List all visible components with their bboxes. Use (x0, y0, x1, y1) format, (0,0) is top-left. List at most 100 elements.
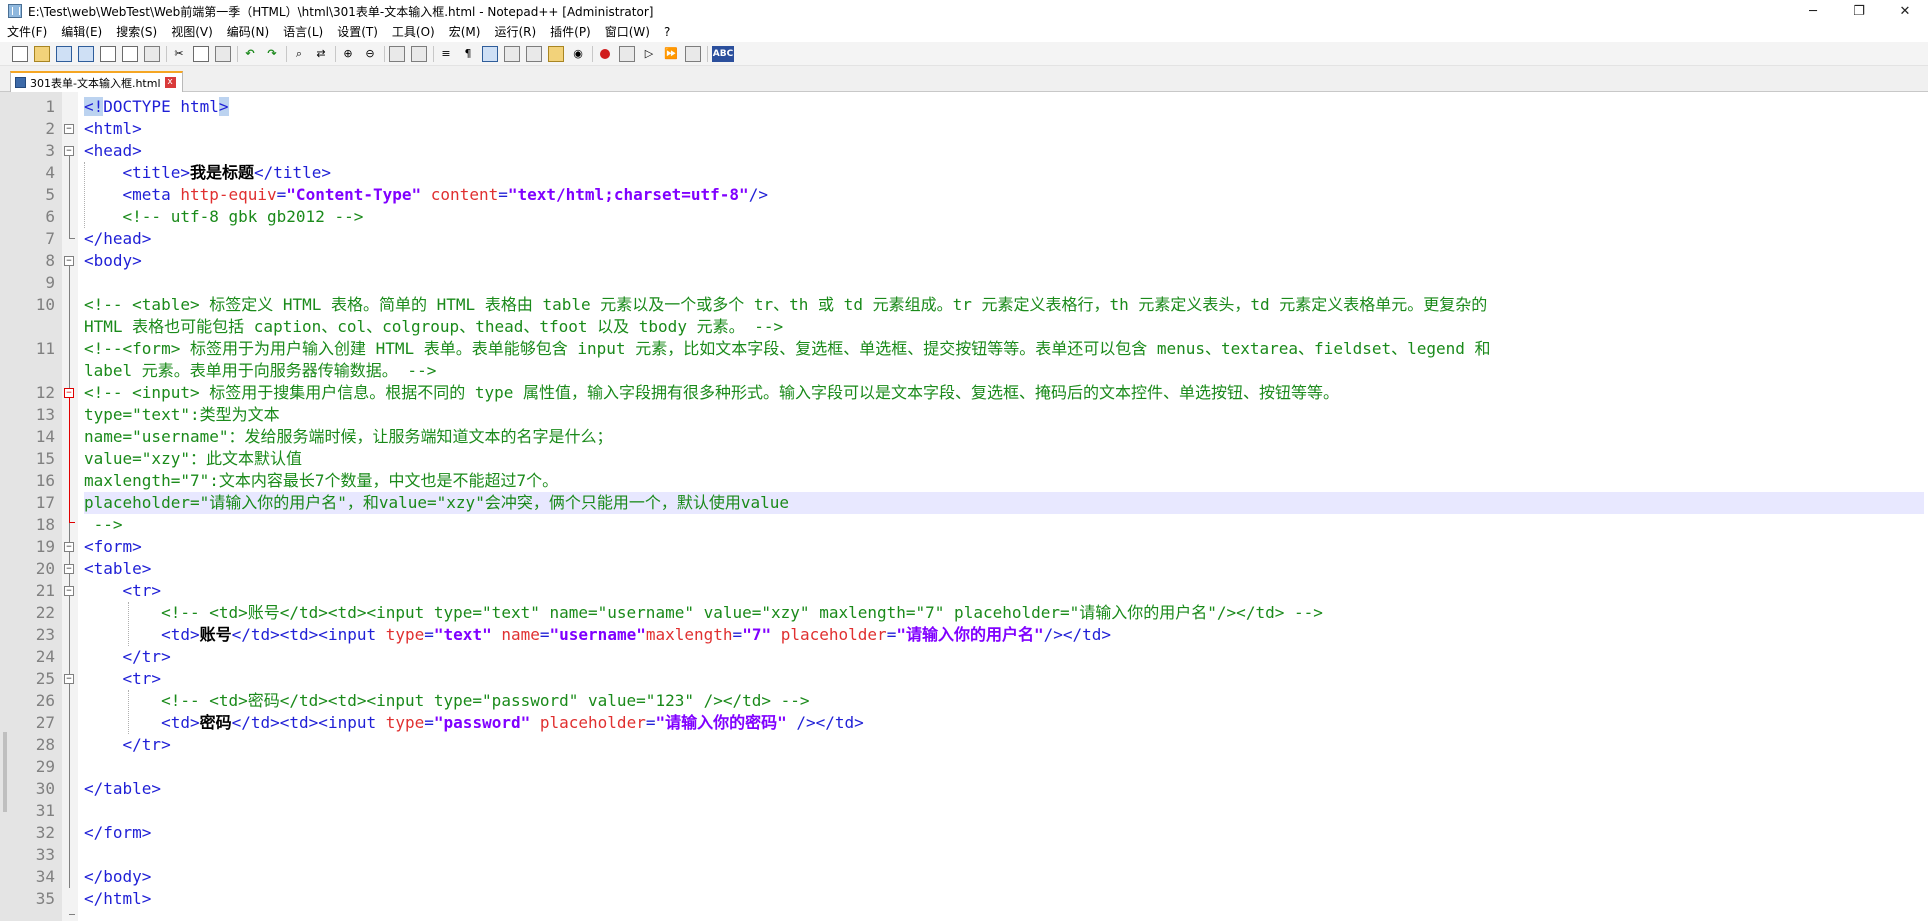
save-icon[interactable] (56, 45, 72, 62)
menu-edit[interactable]: 编辑(E) (54, 22, 109, 42)
open-file-icon[interactable] (34, 45, 50, 62)
spell-check-icon[interactable]: ABC (712, 45, 734, 62)
code-editor[interactable]: 1 2 3 4 5 6 7 8 9 10 11 12 13 14 15 16 1… (0, 92, 1928, 921)
cut-icon[interactable]: ✂ (171, 46, 187, 62)
token: </html> (84, 889, 152, 908)
sync-horizontal-icon[interactable] (411, 45, 427, 62)
undo-icon[interactable]: ↶ (242, 46, 258, 62)
redo-icon[interactable]: ↷ (264, 46, 280, 62)
line-number: 24 (35, 647, 55, 666)
code-line: <body> (84, 250, 1924, 272)
menu-view[interactable]: 视图(V) (164, 22, 220, 42)
monitoring-icon[interactable]: ◉ (570, 46, 586, 62)
token: "Content-Type" (286, 185, 422, 204)
fold-toggle-icon[interactable]: − (64, 146, 74, 156)
line-number: 14 (35, 427, 55, 446)
show-all-chars-icon[interactable]: ¶ (460, 46, 476, 62)
token: "7" (742, 625, 772, 644)
fold-toggle-icon[interactable]: − (64, 564, 74, 574)
token: = (276, 185, 287, 204)
code-line: </tr> (84, 646, 1924, 668)
sync-vertical-icon[interactable] (389, 45, 405, 62)
save-macro-icon[interactable] (685, 45, 701, 62)
menu-help[interactable]: ? (657, 22, 677, 42)
token: </head> (84, 229, 152, 248)
menu-tools[interactable]: 工具(O) (385, 22, 442, 42)
folder-workspace-icon[interactable] (548, 45, 564, 62)
code-line: label 元素。表单用于向服务器传输数据。 --> (84, 360, 1924, 382)
code-line: <table> (84, 558, 1924, 580)
indent-guide-icon[interactable] (482, 45, 498, 62)
token: <!-- <input> 标签用于搜集用户信息。根据不同的 type 属性值，输… (84, 383, 1340, 402)
code-line: <!-- <input> 标签用于搜集用户信息。根据不同的 type 属性值，输… (84, 382, 1924, 404)
close-icon[interactable] (100, 45, 116, 62)
token: placeholder (530, 713, 646, 732)
token: placeholder="请输入你的用户名"，和value="xzy"会冲突，俩… (84, 493, 789, 512)
token: </tr> (122, 735, 171, 754)
menu-run[interactable]: 运行(R) (487, 22, 543, 42)
minimize-button[interactable]: ─ (1790, 0, 1836, 22)
code-line: <td>密码</td><td><input type="password" pl… (84, 712, 1924, 734)
word-wrap-icon[interactable]: ≡ (438, 46, 454, 62)
token: DOCTYPE html (103, 97, 219, 116)
menu-search[interactable]: 搜索(S) (109, 22, 164, 42)
restore-button[interactable]: ❐ (1836, 0, 1882, 22)
menu-plugins[interactable]: 插件(P) (543, 22, 598, 42)
menu-macro[interactable]: 宏(M) (442, 22, 488, 42)
zoom-in-icon[interactable]: ⊕ (340, 46, 356, 62)
token: type (385, 625, 425, 644)
playback-macro-icon[interactable]: ▷ (641, 46, 657, 62)
zoom-out-icon[interactable]: ⊖ (362, 46, 378, 62)
token: </table> (84, 779, 162, 798)
token: type="text":类型为文本 (84, 405, 280, 424)
fold-toggle-icon[interactable]: − (64, 674, 74, 684)
line-number: 7 (45, 229, 55, 248)
paste-icon[interactable] (215, 45, 231, 62)
fold-toggle-icon[interactable]: − (64, 388, 74, 398)
toolbar-separator (592, 45, 593, 62)
close-window-button[interactable]: ✕ (1882, 0, 1928, 22)
replace-icon[interactable]: ⇄ (313, 46, 329, 62)
menu-window[interactable]: 窗口(W) (598, 22, 657, 42)
save-all-icon[interactable] (78, 45, 94, 62)
code-line: <form> (84, 536, 1924, 558)
tab-close-button[interactable]: x (164, 77, 176, 88)
token: http-equiv (180, 185, 277, 204)
token: placeholder (771, 625, 887, 644)
close-all-icon[interactable] (122, 45, 138, 62)
code-line: <!-- <td>账号</td><td><input type="text" n… (84, 602, 1924, 624)
token: <form> (84, 537, 142, 556)
copy-icon[interactable] (193, 45, 209, 62)
line-number: 3 (45, 141, 55, 160)
line-number: 20 (35, 559, 55, 578)
record-macro-icon[interactable] (600, 48, 610, 59)
token: <!--<form> 标签用于为用户输入创建 HTML 表单。表单能够包含 in… (84, 339, 1491, 358)
line-number: 4 (45, 163, 55, 182)
doc-map-icon[interactable] (504, 45, 520, 62)
menu-file[interactable]: 文件(F) (0, 22, 54, 42)
fold-toggle-icon[interactable]: − (64, 586, 74, 596)
document-tab[interactable]: 301表单-文本输入框.html x (10, 71, 183, 92)
function-list-icon[interactable] (526, 45, 542, 62)
new-file-icon[interactable] (12, 45, 28, 62)
fold-toggle-icon[interactable]: − (64, 124, 74, 134)
line-number: 34 (35, 867, 55, 886)
find-icon[interactable]: ⌕ (291, 46, 307, 62)
change-history-margin (0, 92, 10, 921)
menu-encoding[interactable]: 编码(N) (220, 22, 276, 42)
code-line: </table> (84, 778, 1924, 800)
menu-language[interactable]: 语言(L) (276, 22, 330, 42)
change-marker (3, 732, 7, 812)
menu-settings[interactable]: 设置(T) (330, 22, 385, 42)
print-icon[interactable] (144, 45, 160, 62)
code-line: HTML 表格也可能包括 caption、col、colgroup、thead、… (84, 316, 1924, 338)
window-controls: ─ ❐ ✕ (1790, 0, 1928, 22)
fold-toggle-icon[interactable]: − (64, 542, 74, 552)
stop-record-icon[interactable] (619, 45, 635, 62)
tab-saved-icon (15, 77, 26, 88)
token: /></td> (786, 713, 864, 732)
fold-toggle-icon[interactable]: − (64, 256, 74, 266)
run-macro-multiple-icon[interactable]: ⏩ (663, 46, 679, 62)
document-tab-bar: 301表单-文本输入框.html x (0, 66, 1928, 92)
token: "username" (549, 625, 646, 644)
